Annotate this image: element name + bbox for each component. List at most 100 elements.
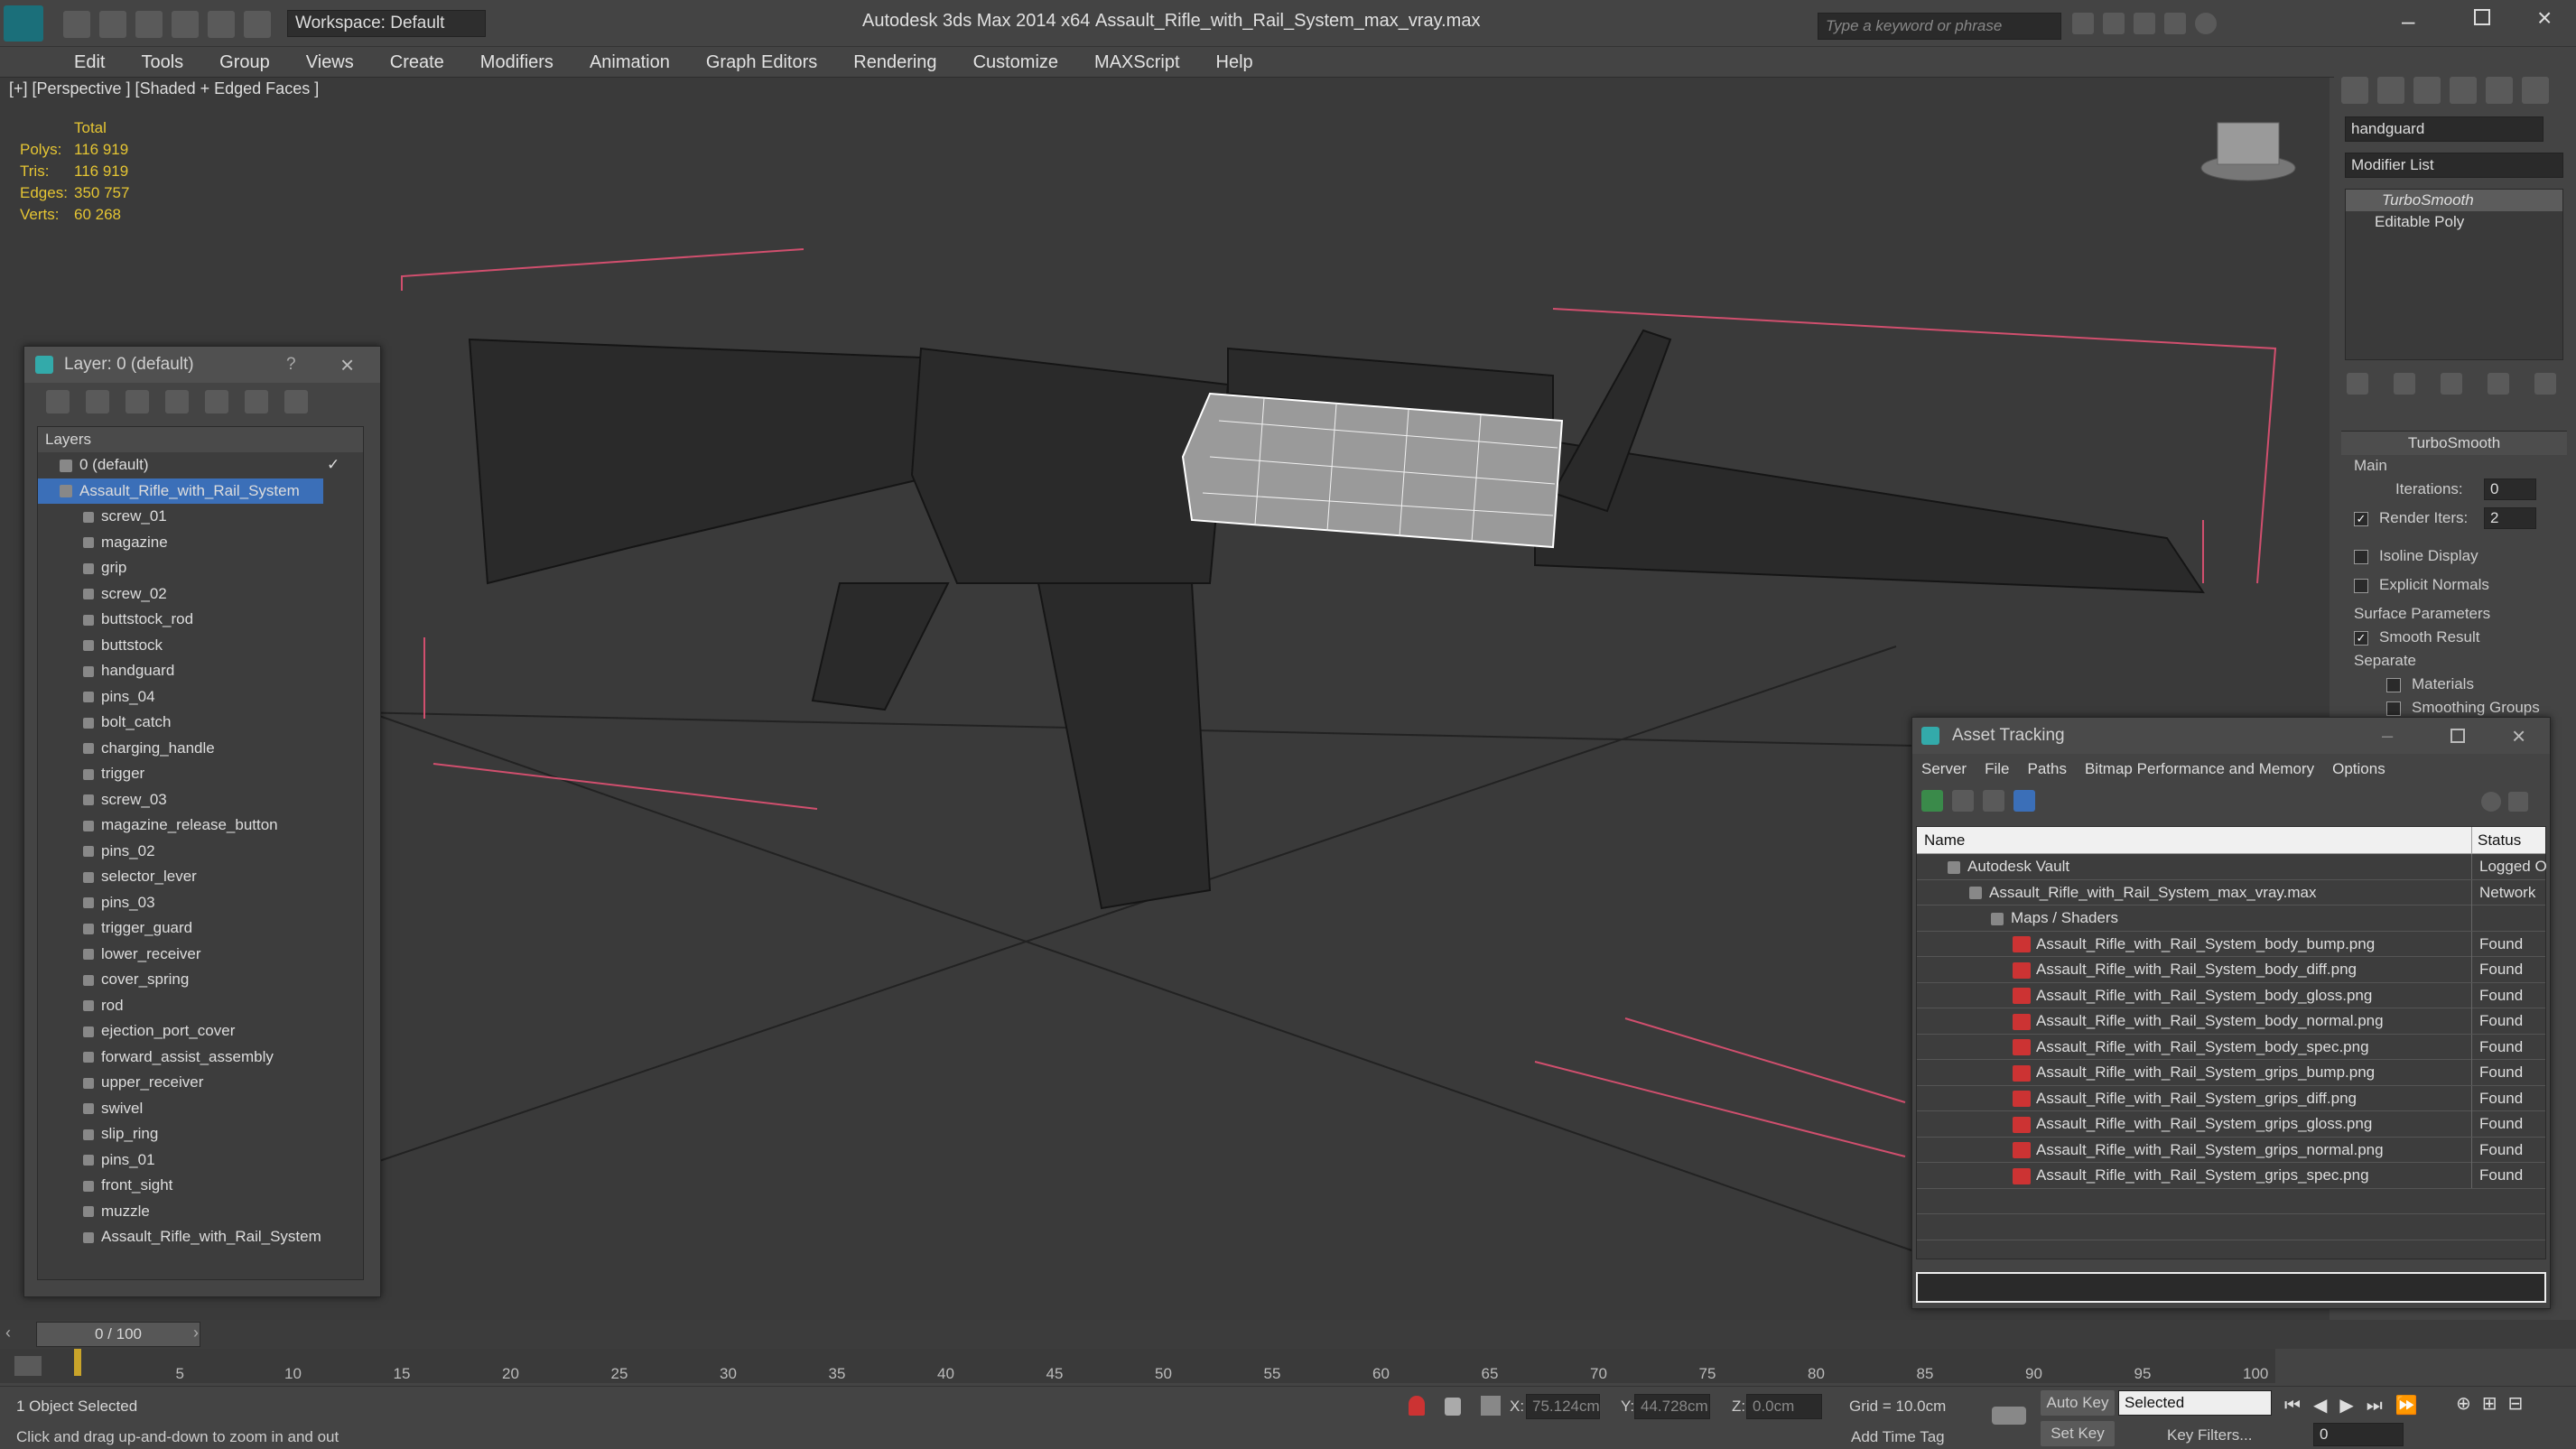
layer-object-item[interactable]: trigger xyxy=(38,761,363,787)
layer-object-item[interactable]: trigger_guard xyxy=(38,915,363,942)
layer-default[interactable]: 0 (default) ✓ xyxy=(38,452,363,478)
asset-menu-paths[interactable]: Paths xyxy=(2027,760,2066,777)
search-input[interactable]: Type a keyword or phrase xyxy=(1818,13,2061,40)
select-objects-icon[interactable] xyxy=(165,390,189,413)
layer-object-item[interactable]: pins_03 xyxy=(38,890,363,916)
menu-modifiers[interactable]: Modifiers xyxy=(480,47,553,78)
asset-maximize-button[interactable] xyxy=(2450,729,2465,743)
asset-row[interactable]: Assault_Rifle_with_Rail_System_grips_nor… xyxy=(1917,1137,2545,1163)
layer-object-item[interactable]: buttstock_rod xyxy=(38,607,363,633)
status-column-header[interactable]: Status xyxy=(2471,827,2521,854)
isolate-pin-icon[interactable] xyxy=(1409,1396,1425,1416)
render-iters-checkbox[interactable]: ✓ xyxy=(2354,511,2368,526)
app-logo-icon[interactable] xyxy=(4,5,43,42)
layer-object-item[interactable]: forward_assist_assembly xyxy=(38,1045,363,1071)
y-coord-field[interactable]: 44.728cm xyxy=(1634,1394,1710,1419)
rollout-title[interactable]: TurboSmooth xyxy=(2341,432,2567,455)
maximize-button[interactable] xyxy=(2474,9,2490,25)
close-window-button[interactable]: × xyxy=(2537,4,2552,33)
minimize-button[interactable]: – xyxy=(2402,7,2414,35)
layer-object-item[interactable]: handguard xyxy=(38,658,363,684)
time-slider[interactable]: ‹ 0 / 100 › xyxy=(0,1320,2576,1349)
menu-create[interactable]: Create xyxy=(390,47,444,78)
menu-animation[interactable]: Animation xyxy=(590,47,670,78)
menu-tools[interactable]: Tools xyxy=(141,47,183,78)
hide-all-layers-icon[interactable] xyxy=(245,390,268,413)
layer-object-item[interactable]: charging_handle xyxy=(38,736,363,762)
menu-rendering[interactable]: Rendering xyxy=(853,47,936,78)
hierarchy-tab-icon[interactable] xyxy=(2413,77,2441,104)
layer-window-close-icon[interactable]: × xyxy=(340,347,354,383)
modify-tab-icon[interactable] xyxy=(2377,77,2404,104)
stack-item-editable-poly[interactable]: Editable Poly xyxy=(2346,211,2562,233)
undo-icon[interactable] xyxy=(172,11,199,38)
menu-customize[interactable]: Customize xyxy=(973,47,1058,78)
time-slider-thumb[interactable]: 0 / 100 xyxy=(36,1322,200,1347)
asset-row[interactable]: Assault_Rifle_with_Rail_System_grips_dif… xyxy=(1917,1085,2545,1111)
layer-object-item[interactable]: selector_lever xyxy=(38,864,363,890)
layer-object-item[interactable]: upper_receiver xyxy=(38,1070,363,1096)
smooth-result-option[interactable]: ✓ Smooth Result xyxy=(2354,628,2480,646)
isoline-display-option[interactable]: Isoline Display xyxy=(2354,547,2478,565)
set-key-button[interactable]: Set Key xyxy=(2041,1421,2115,1446)
explicit-normals-checkbox[interactable] xyxy=(2354,578,2368,593)
asset-row[interactable]: Assault_Rifle_with_Rail_System_body_diff… xyxy=(1917,957,2545,983)
smoothing-groups-option[interactable]: Smoothing Groups xyxy=(2386,699,2540,717)
render-iters-option[interactable]: ✓ Render Iters: xyxy=(2354,509,2468,527)
add-to-layer-icon[interactable] xyxy=(126,390,149,413)
layer-object-item[interactable]: grip xyxy=(38,555,363,581)
asset-row[interactable]: Assault_Rifle_with_Rail_System_body_bump… xyxy=(1917,931,2545,957)
set-key-large-icon[interactable] xyxy=(1992,1407,2026,1425)
layer-object-item[interactable]: pins_01 xyxy=(38,1147,363,1174)
layer-object-item[interactable]: Assault_Rifle_with_Rail_System xyxy=(38,1224,363,1250)
render-iters-spinner[interactable]: 2 xyxy=(2484,507,2536,529)
new-file-icon[interactable] xyxy=(63,11,90,38)
menu-group[interactable]: Group xyxy=(219,47,270,78)
asset-row[interactable]: Assault_Rifle_with_Rail_System_body_glos… xyxy=(1917,982,2545,1008)
list-view-icon[interactable] xyxy=(1952,790,1974,812)
layer-object-item[interactable]: swivel xyxy=(38,1096,363,1122)
communication-icon[interactable] xyxy=(2134,13,2155,34)
isoline-checkbox[interactable] xyxy=(2354,549,2368,564)
asset-path-field[interactable] xyxy=(1916,1272,2546,1303)
layer-object-item[interactable]: magazine xyxy=(38,530,363,556)
show-end-result-icon[interactable] xyxy=(2394,373,2415,395)
motion-tab-icon[interactable] xyxy=(2450,77,2477,104)
asset-row[interactable]: Assault_Rifle_with_Rail_System_grips_spe… xyxy=(1917,1163,2545,1189)
menu-graph-editors[interactable]: Graph Editors xyxy=(706,47,817,78)
layer-object-item[interactable]: buttstock xyxy=(38,633,363,659)
layer-object-item[interactable]: ejection_port_cover xyxy=(38,1018,363,1045)
layer-object-item[interactable]: lower_receiver xyxy=(38,942,363,968)
layer-window-help[interactable]: ? xyxy=(286,347,296,383)
asset-menu-file[interactable]: File xyxy=(1985,760,2009,777)
selection-lock-icon[interactable] xyxy=(1445,1398,1461,1416)
pin-stack-icon[interactable] xyxy=(2347,373,2368,395)
materials-option[interactable]: Materials xyxy=(2386,675,2474,693)
menu-edit[interactable]: Edit xyxy=(74,47,105,78)
layer-object-item[interactable]: magazine_release_button xyxy=(38,813,363,839)
smoothing-groups-checkbox[interactable] xyxy=(2386,701,2401,716)
stack-item-turbosmooth[interactable]: TurboSmooth xyxy=(2346,190,2562,211)
smooth-result-checkbox[interactable]: ✓ xyxy=(2354,630,2368,646)
make-unique-icon[interactable] xyxy=(2441,373,2462,395)
auto-key-button[interactable]: Auto Key xyxy=(2041,1390,2115,1416)
asset-row[interactable]: Maps / Shaders xyxy=(1917,906,2545,932)
z-coord-field[interactable]: 0.0cm xyxy=(1746,1394,1822,1419)
prev-frame-arrow-icon[interactable]: ‹ xyxy=(5,1324,11,1342)
absolute-mode-icon[interactable] xyxy=(1481,1396,1501,1416)
create-tab-icon[interactable] xyxy=(2341,77,2368,104)
asset-row[interactable]: Assault_Rifle_with_Rail_System_grips_glo… xyxy=(1917,1111,2545,1138)
key-mode-dropdown[interactable]: Selected xyxy=(2118,1390,2272,1416)
asset-row[interactable]: Assault_Rifle_with_Rail_System_body_norm… xyxy=(1917,1008,2545,1035)
layer-object-item[interactable]: screw_03 xyxy=(38,787,363,813)
utilities-tab-icon[interactable] xyxy=(2522,77,2549,104)
current-frame-field[interactable]: 0 xyxy=(2313,1423,2404,1446)
project-folder-icon[interactable] xyxy=(244,11,271,38)
current-frame-marker[interactable] xyxy=(74,1349,81,1376)
asset-minimize-button[interactable]: – xyxy=(2382,718,2393,754)
modifier-list-dropdown[interactable]: Modifier List xyxy=(2345,153,2563,178)
delete-layer-icon[interactable] xyxy=(86,390,109,413)
layer-object-item[interactable]: pins_02 xyxy=(38,839,363,865)
asset-settings-icon[interactable] xyxy=(2508,792,2528,812)
freeze-all-layers-icon[interactable] xyxy=(284,390,308,413)
